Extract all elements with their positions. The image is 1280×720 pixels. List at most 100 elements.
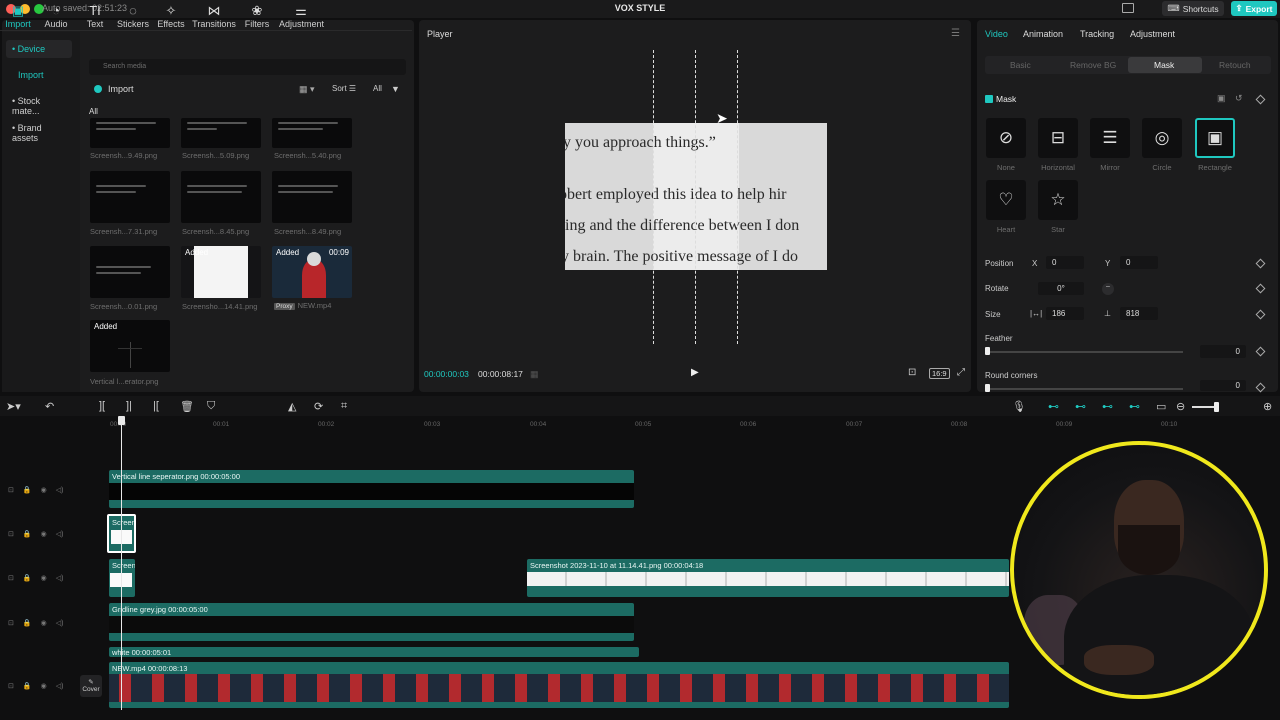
eye-icon[interactable]: ◉ xyxy=(41,574,47,582)
playhead[interactable] xyxy=(121,418,122,710)
rotate-dial-icon[interactable]: – xyxy=(1102,283,1114,295)
mask-heart-option[interactable]: ♡ xyxy=(986,180,1026,220)
track-select-icon[interactable]: ⊡ xyxy=(8,530,14,538)
feather-slider-handle[interactable] xyxy=(985,347,990,355)
track-controls[interactable]: ⊡ 🔒 ◉ ◁) xyxy=(8,574,63,582)
lock-icon[interactable]: 🔒 xyxy=(23,619,32,627)
nav-import[interactable]: Import xyxy=(6,66,72,84)
crop-icon[interactable]: ⌗ xyxy=(341,400,347,413)
media-thumb[interactable] xyxy=(181,118,261,148)
feather-input[interactable]: 0 xyxy=(1200,345,1246,358)
search-input[interactable]: Search media xyxy=(89,59,406,75)
eye-icon[interactable]: ◉ xyxy=(41,619,47,627)
track-select-icon[interactable]: ⊡ xyxy=(8,486,14,494)
track-controls[interactable]: ⊡ 🔒 ◉ ◁) xyxy=(8,486,63,494)
round-corners-slider-handle[interactable] xyxy=(985,384,990,392)
shield-icon[interactable]: ⛉ xyxy=(207,400,215,413)
tool-audio[interactable]: ◔ Audio xyxy=(34,3,78,29)
nav-brand-assets[interactable]: • Brand assets xyxy=(6,119,72,143)
rotate-icon[interactable]: ⟳ xyxy=(314,400,323,413)
track-select-icon[interactable]: ⊡ xyxy=(8,682,14,690)
play-button[interactable]: ▶ xyxy=(691,367,699,378)
eye-icon[interactable]: ◉ xyxy=(41,530,47,538)
split-icon[interactable]: ][ xyxy=(99,400,105,412)
track-controls[interactable]: ⊡ 🔒 ◉ ◁) xyxy=(8,682,63,690)
link-icon[interactable]: ⊷ xyxy=(1048,400,1059,413)
tab-adjustment[interactable]: Adjustment xyxy=(1130,29,1175,39)
nav-stock-material[interactable]: • Stock mate... xyxy=(6,92,72,116)
subtab-basic[interactable]: Basic xyxy=(1010,60,1031,70)
media-thumb[interactable]: Added 00:09 xyxy=(272,246,352,298)
zoom-slider-handle[interactable] xyxy=(1214,402,1219,412)
lock-icon[interactable]: 🔒 xyxy=(23,682,32,690)
mask-star-option[interactable]: ☆ xyxy=(1038,180,1078,220)
media-thumb[interactable] xyxy=(181,171,261,223)
mask-checkbox[interactable] xyxy=(985,95,993,103)
speaker-icon[interactable]: ◁) xyxy=(56,574,64,582)
track-select-icon[interactable]: ⊡ xyxy=(8,619,14,627)
select-tool-icon[interactable]: ➤▾ xyxy=(6,400,21,413)
mask-guide-center[interactable] xyxy=(695,50,696,344)
tab-animation[interactable]: Animation xyxy=(1023,29,1063,39)
eye-icon[interactable]: ◉ xyxy=(41,486,47,494)
video-preview[interactable]: y you approach things.” obert employed t… xyxy=(565,123,827,270)
view-mode-toggle[interactable]: ▦ ▾ xyxy=(299,84,315,95)
subtab-retouch[interactable]: Retouch xyxy=(1219,60,1251,70)
speaker-icon[interactable]: ◁) xyxy=(56,619,64,627)
zoom-out-icon[interactable]: ⊖ xyxy=(1176,400,1185,413)
playhead-handle[interactable] xyxy=(118,416,125,425)
magnet-icon[interactable]: ⊷ xyxy=(1075,400,1086,413)
all-filter-button[interactable]: All xyxy=(373,84,382,93)
media-thumb[interactable] xyxy=(272,118,352,148)
timeline-clip[interactable]: Screen xyxy=(109,559,135,597)
mask-mirror-option[interactable]: ☰ xyxy=(1090,118,1130,158)
split-right-icon[interactable]: |[ xyxy=(153,400,159,412)
menu-icon[interactable]: ☰ xyxy=(951,28,960,39)
speaker-icon[interactable]: ◁) xyxy=(56,530,64,538)
save-mask-icon[interactable]: ▣ xyxy=(1217,93,1226,104)
feather-slider[interactable] xyxy=(987,351,1183,353)
timeline-clip[interactable]: Vertical line seperator.png 00:00:05:00 xyxy=(109,470,634,508)
tab-tracking[interactable]: Tracking xyxy=(1080,29,1114,39)
timeline-clip[interactable]: Gridline grey.jpg 00:00:05:00 xyxy=(109,603,634,641)
eye-icon[interactable]: ◉ xyxy=(41,682,47,690)
subtab-remove-bg[interactable]: Remove BG xyxy=(1070,60,1116,70)
speaker-icon[interactable]: ◁) xyxy=(56,682,64,690)
mask-none-option[interactable]: ⊘ xyxy=(986,118,1026,158)
media-thumb[interactable] xyxy=(272,171,352,223)
track-controls[interactable]: ⊡ 🔒 ◉ ◁) xyxy=(8,530,63,538)
mask-guide-right[interactable] xyxy=(737,50,738,344)
aspect-ratio-button[interactable]: 16:9 xyxy=(929,368,950,379)
shortcuts-button[interactable]: ⌨ Shortcuts xyxy=(1162,1,1224,16)
export-button[interactable]: ⇪ Export xyxy=(1231,1,1277,16)
tab-video[interactable]: Video xyxy=(985,29,1008,39)
timeline-clip[interactable]: Screenshot 2023-11-10 at 11.14.41.png 00… xyxy=(527,559,1009,597)
mask-horizontal-option[interactable]: ⊟ xyxy=(1038,118,1078,158)
import-button[interactable]: Import xyxy=(94,84,134,94)
mask-guide-left[interactable] xyxy=(653,50,654,344)
subtab-mask[interactable]: Mask xyxy=(1154,60,1174,70)
microphone-icon[interactable]: 🎙 xyxy=(1012,400,1026,413)
media-thumb[interactable]: Added xyxy=(181,246,261,298)
undo-icon[interactable]: ↶ xyxy=(45,400,54,413)
split-left-icon[interactable]: ]| xyxy=(126,400,132,412)
position-x-input[interactable]: 0 xyxy=(1046,256,1084,269)
mask-circle-option[interactable]: ◎ xyxy=(1142,118,1182,158)
width-input[interactable]: 186 xyxy=(1046,307,1084,320)
media-thumb[interactable]: Added xyxy=(90,320,170,372)
round-corners-slider[interactable] xyxy=(987,388,1183,390)
timeline-clip-video[interactable]: NEW.mp4 00:00:08:13 xyxy=(109,662,1009,708)
lock-icon[interactable]: 🔒 xyxy=(23,486,32,494)
lock-icon[interactable]: 🔒 xyxy=(23,530,32,538)
lock-icon[interactable]: 🔒 xyxy=(23,574,32,582)
cover-button[interactable]: ✎ Cover xyxy=(80,675,102,697)
rotate-input[interactable]: 0° xyxy=(1038,282,1084,295)
media-thumb[interactable] xyxy=(90,246,170,298)
preview-axis-icon[interactable]: ⊷ xyxy=(1129,400,1140,413)
mask-rectangle-option[interactable]: ▣ xyxy=(1195,118,1235,158)
tool-transitions[interactable]: ⋈ Transitions xyxy=(192,3,236,29)
fit-screen-icon[interactable]: ⊡ xyxy=(908,367,916,378)
round-corners-input[interactable]: 0 xyxy=(1200,380,1246,391)
position-y-input[interactable]: 0 xyxy=(1120,256,1158,269)
media-thumb[interactable] xyxy=(90,171,170,223)
